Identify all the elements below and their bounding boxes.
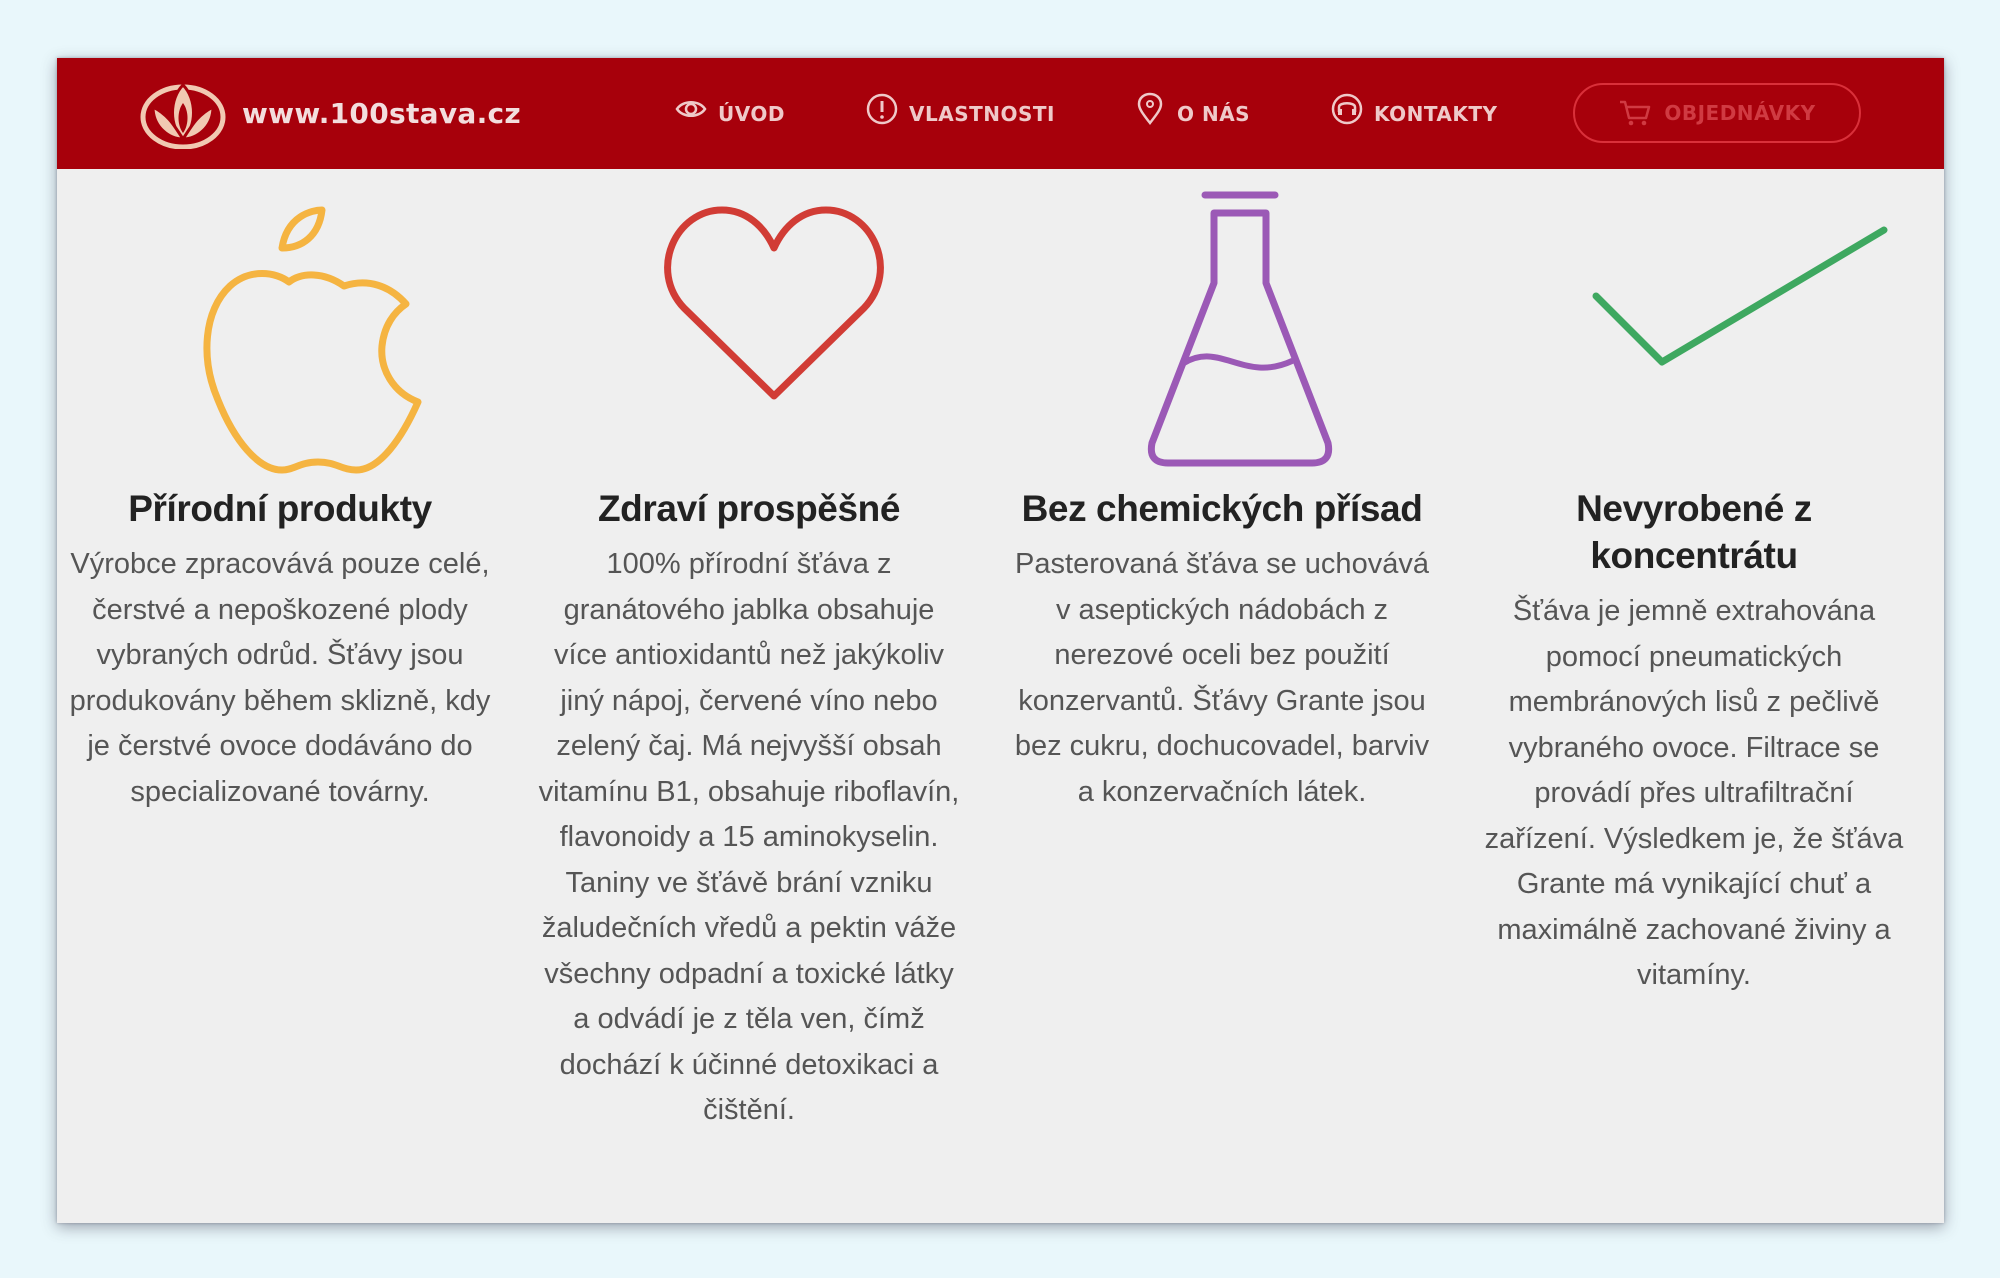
feature-text: Šťáva je jemně extrahována pomocí pneuma…	[1484, 595, 1904, 991]
nav-item-vlastnosti[interactable]: VLASTNOSTI	[865, 58, 1055, 169]
eye-icon	[675, 100, 707, 117]
brand-name[interactable]: www.100stava.cz	[242, 58, 521, 169]
flask-icon	[1147, 191, 1333, 467]
feature-text: Pasterovaná šťáva se uchovává v aseptick…	[1014, 548, 1430, 808]
cart-icon	[1620, 100, 1651, 126]
checkmark-icon	[1592, 226, 1888, 366]
nav-label: ÚVOD	[718, 101, 785, 126]
feature-title: Přírodní produkty	[128, 488, 432, 529]
heart-icon	[664, 206, 884, 400]
nav-label: O NÁS	[1177, 101, 1251, 126]
nav-item-kontakty[interactable]: KONTAKTY	[1330, 58, 1498, 169]
nav-label: VLASTNOSTI	[909, 101, 1055, 126]
feature-title: Zdraví prospěšné	[597, 488, 901, 529]
headset-icon	[1331, 93, 1363, 124]
nav-item-o-nas[interactable]: O NÁS	[1133, 58, 1250, 169]
navbar: www.100stava.cz ÚVOD VLASTNOSTI O NÁS KO…	[57, 58, 1944, 169]
nav-item-uvod[interactable]: ÚVOD	[674, 58, 785, 169]
nav-label: KONTAKTY	[1374, 101, 1498, 126]
info-icon	[866, 93, 898, 124]
feature-column-1: Přírodní produkty Výrobce zpracovává pou…	[65, 485, 495, 815]
page-frame: www.100stava.cz ÚVOD VLASTNOSTI O NÁS KO…	[57, 58, 1944, 1223]
apple-icon	[203, 206, 422, 474]
order-button[interactable]: OBJEDNÁVKY	[1573, 83, 1861, 143]
feature-column-3: Bez chemických přísad Pasterovaná šťáva …	[1007, 485, 1437, 815]
feature-text: Výrobce zpracovává pouze celé, čerstvé a…	[69, 548, 491, 808]
location-pin-icon	[1137, 92, 1163, 125]
feature-column-2: Zdraví prospěšné 100% přírodní šťáva z g…	[534, 485, 964, 1134]
lotus-logo-icon[interactable]	[139, 77, 227, 149]
feature-column-4: Nevyrobené z koncentrátu Šťáva je jemně …	[1478, 485, 1910, 999]
feature-title: Bez chemických přísad	[1021, 488, 1423, 529]
order-button-label: OBJEDNÁVKY	[1664, 101, 1816, 125]
feature-title: Nevyrobené z koncentrátu	[1576, 488, 1812, 576]
feature-text: 100% přírodní šťáva z granátového jablka…	[538, 548, 960, 1126]
